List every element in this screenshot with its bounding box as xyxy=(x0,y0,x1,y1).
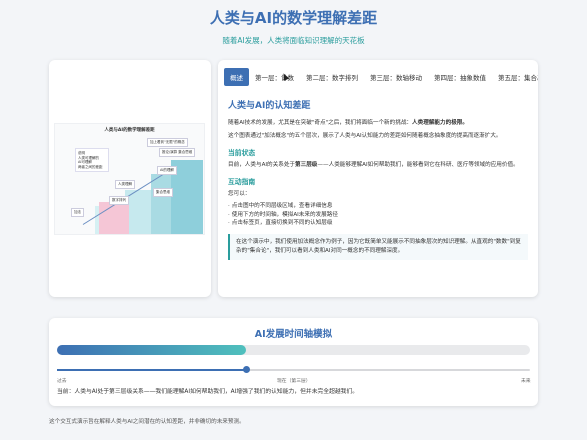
diagram-label: 加法 xyxy=(71,208,84,217)
info-card: 概述 第一层：计数 第二层：数字排列 第三层：数轴移动 第四层：抽象数值 第五层… xyxy=(218,60,538,297)
diagram-gap-area xyxy=(99,202,129,234)
timeline-progress-fill xyxy=(57,345,247,355)
diagram-label: 推论/演算 集合思维 xyxy=(159,148,196,157)
tab-content: 人类与AI的认知差距 随着AI技术的发展，尤其是在突破"奇点"之后，我们将面临一… xyxy=(228,98,528,260)
tab-overview[interactable]: 概述 xyxy=(224,68,249,86)
status-text: 目前，人类与AI的关系处于 xyxy=(228,162,296,168)
diagram-label: AI的理解 xyxy=(157,166,177,175)
status-emphasis: 第三层级 xyxy=(295,162,318,168)
guide-list: 点击图中的不同层级区域，查看详细信息 使用下方的时间轴，模拟AI未来的发展路径 … xyxy=(228,202,528,228)
diagram-title: 人类与AI的数学理解差距 xyxy=(104,128,155,133)
guide-heading: 互动指南 xyxy=(228,178,256,186)
tab-level-1[interactable]: 第一层：计数 xyxy=(249,68,300,86)
tick-now: 现在（第三层） xyxy=(277,379,311,384)
intro-text: 随着AI技术的发展，尤其是在突破"奇点"之后，我们将面临一个新的挑战： xyxy=(228,120,413,126)
timeline-slider[interactable] xyxy=(57,366,530,373)
tick-future: 未来 xyxy=(521,379,531,384)
status-paragraph: 目前，人类与AI的关系处于第三层级——人类能够理解AI如何帮助我们，能够看到它在… xyxy=(228,161,528,170)
tab-level-5[interactable]: 第五层：集合基数 xyxy=(492,68,538,86)
timeline-slider-thumb[interactable] xyxy=(243,366,251,373)
timeline-title: AI发展时间轴模拟 xyxy=(254,329,333,340)
footer-note: 这个交互式演示旨在解释人类与AI之间潜在的认知差距，并非确切的未来预测。 xyxy=(49,419,245,425)
guide-intro: 您可以： xyxy=(228,191,251,197)
page-subtitle: 随着AI发展，人类将面临知识理解的天花板 xyxy=(222,36,365,45)
content-heading: 人类与AI的认知差距 xyxy=(228,101,311,111)
intro-paragraph: 随着AI技术的发展，尤其是在突破"奇点"之后，我们将面临一个新的挑战：人类理解能… xyxy=(228,119,528,128)
tab-bar: 概述 第一层：计数 第二层：数字排列 第三层：数轴移动 第四层：抽象数值 第五层… xyxy=(224,68,538,86)
diagram-label: 加上看到"无限"的概念 xyxy=(147,138,188,147)
diagram-label: 人类理解 xyxy=(115,180,135,189)
diagram-label: 数字排列 xyxy=(109,196,129,205)
page-title: 人类与AI的数学理解差距 xyxy=(209,9,378,27)
gap-diagram[interactable]: 人类与AI的数学理解差距 说明 人类可理解的 AI可理解 两者之间的差距 加上看… xyxy=(54,123,205,235)
diagram-legend: 说明 人类可理解的 AI可理解 两者之间的差距 xyxy=(75,148,109,172)
intro-emphasis: 人类理解能力的极限。 xyxy=(412,120,468,126)
timeline-progress-bar xyxy=(57,345,530,355)
tab-level-3[interactable]: 第三层：数轴移动 xyxy=(364,68,428,86)
timeline-status: 当前：人类与AI处于第三层级关系——我们能理解AI如何帮助我们，AI增强了我们的… xyxy=(57,389,359,395)
tab-level-2[interactable]: 第二层：数字排列 xyxy=(300,68,364,86)
guide-item: 点击标签页，直接切换到不同的认知层级 xyxy=(228,219,528,228)
diagram-card: 人类与AI的数学理解差距 说明 人类可理解的 AI可理解 两者之间的差距 加上看… xyxy=(49,60,211,297)
timeline-card: AI发展时间轴模拟 过去 现在（第三层） 未来 当前：人类与AI处于第三层级关系… xyxy=(49,318,538,406)
guide-item: 点击图中的不同层级区域，查看详细信息 xyxy=(228,202,528,211)
tab-level-4[interactable]: 第四层：抽象数值 xyxy=(428,68,492,86)
explanation-note: 在这个演示中，我们使用加法概念作为例子，因为它既简单又能展示不同抽象层次的知识理… xyxy=(228,233,528,260)
diagram-label: 集合思维 xyxy=(153,188,173,197)
guide-item: 使用下方的时间轴，模拟AI未来的发展路径 xyxy=(228,211,528,220)
intro-paragraph-2: 这个图表通过"加法概念"的五个层次，展示了人类与AI认知能力的差距如何随着概念抽… xyxy=(228,133,502,139)
tick-past: 过去 xyxy=(57,379,67,384)
status-text: ——人类能够理解AI如何帮助我们，能够看到它在科研、医疗等领域的应用价值。 xyxy=(317,162,519,168)
status-heading: 当前状态 xyxy=(228,149,256,157)
page-header: 人类与AI的数学理解差距 随着AI发展，人类将面临知识理解的天花板 xyxy=(0,8,587,46)
legend-item: 两者之间的差距 xyxy=(78,164,103,169)
timeline-slider-fill xyxy=(57,369,247,371)
